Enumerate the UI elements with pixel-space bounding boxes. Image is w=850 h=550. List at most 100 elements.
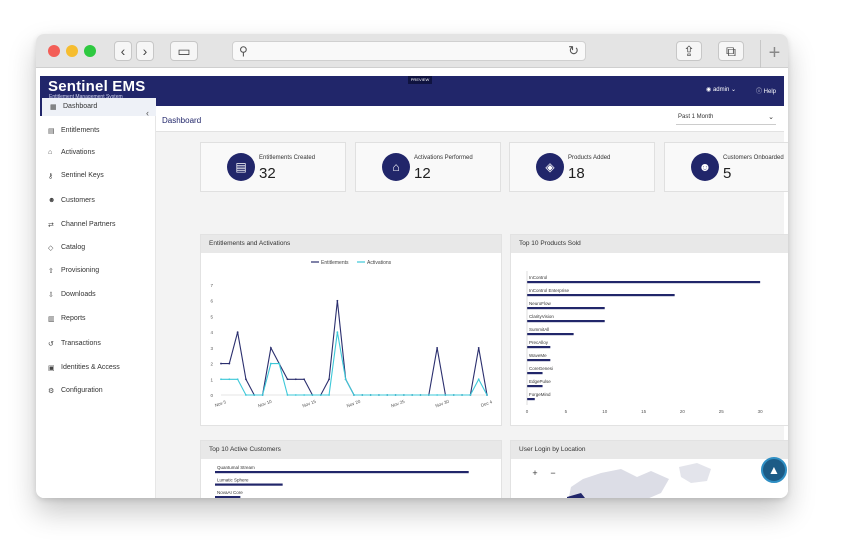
bar-incontrol[interactable]: [527, 281, 761, 284]
close-window-button[interactable]: [48, 45, 60, 57]
sidebar-item-dashboard[interactable]: ▦ Dashboard: [40, 98, 156, 116]
data-point-entitlements[interactable]: [220, 362, 222, 365]
stat-card-entitlements-created[interactable]: ▤ Entitlements Created 32: [200, 142, 346, 192]
data-point-entitlements[interactable]: [303, 378, 306, 381]
data-point-activations[interactable]: [336, 331, 339, 334]
data-point-activations[interactable]: [378, 394, 380, 396]
bar-neuroflow[interactable]: [527, 307, 605, 310]
stat-card-products-added[interactable]: ◈ Products Added 18: [509, 142, 655, 192]
data-point-activations[interactable]: [353, 394, 355, 396]
share-icon[interactable]: ⇪: [676, 41, 702, 61]
data-point-entitlements[interactable]: [336, 299, 339, 302]
bar-incontrol-enterprise[interactable]: [527, 294, 675, 297]
collapse-sidebar-icon[interactable]: ‹: [146, 108, 149, 118]
data-point-activations[interactable]: [245, 394, 247, 396]
data-point-activations[interactable]: [294, 394, 297, 396]
bar-coregenesi[interactable]: [527, 372, 543, 375]
stat-card-activations-performed[interactable]: ⌂ Activations Performed 12: [355, 142, 501, 192]
sidebar-item-identities-access[interactable]: ▣ Identities & Access: [40, 359, 156, 377]
data-point-entitlements[interactable]: [269, 346, 272, 349]
page-title: Dashboard: [162, 116, 202, 125]
data-point-activations[interactable]: [261, 394, 264, 396]
sidebar-item-downloads[interactable]: ⇩ Downloads: [40, 286, 156, 304]
sidebar-item-customers[interactable]: ☻ Customers: [40, 192, 156, 210]
back-icon[interactable]: ‹: [114, 41, 132, 61]
minimize-window-button[interactable]: [66, 45, 78, 57]
data-point-activations[interactable]: [269, 362, 272, 365]
data-point-activations[interactable]: [461, 394, 463, 396]
entitlements-created-icon: ▤: [227, 153, 255, 181]
company-logo-icon: ▲: [761, 457, 787, 483]
data-point-activations[interactable]: [303, 394, 306, 396]
address-bar[interactable]: ⚲ ↻: [232, 41, 586, 61]
data-point-activations[interactable]: [344, 378, 347, 381]
bar-forgemind[interactable]: [527, 398, 535, 401]
sidebar-item-transactions[interactable]: ↺ Transactions: [40, 335, 156, 353]
user-name: admin: [712, 87, 730, 93]
data-point-entitlements[interactable]: [436, 346, 439, 349]
data-point-entitlements[interactable]: [328, 378, 330, 381]
data-point-activations[interactable]: [444, 394, 447, 396]
data-point-activations[interactable]: [361, 394, 364, 396]
data-point-activations[interactable]: [386, 394, 389, 396]
data-point-activations[interactable]: [436, 394, 439, 396]
bar-quantumal-stream[interactable]: [215, 471, 469, 474]
data-point-activations[interactable]: [228, 378, 231, 381]
data-point-entitlements[interactable]: [286, 378, 289, 381]
data-point-activations[interactable]: [369, 394, 372, 396]
channel-partners-icon: ⇄: [48, 222, 54, 229]
sidebar-item-channel-partners[interactable]: ⇄ Channel Partners: [40, 216, 156, 234]
data-point-activations[interactable]: [319, 394, 322, 396]
data-point-activations[interactable]: [402, 394, 405, 396]
maximize-window-button[interactable]: [84, 45, 96, 57]
data-point-activations[interactable]: [394, 394, 397, 396]
sidebar-toggle-icon[interactable]: ▭: [170, 41, 198, 61]
data-point-activations[interactable]: [253, 394, 256, 396]
data-point-activations[interactable]: [452, 394, 455, 396]
sidebar-item-reports[interactable]: ▥ Reports: [40, 310, 156, 328]
bar-summitall[interactable]: [527, 333, 574, 336]
sidebar-item-provisioning[interactable]: ⇧ Provisioning: [40, 262, 156, 280]
data-point-activations[interactable]: [328, 394, 330, 396]
new-tab-icon[interactable]: +: [760, 40, 788, 68]
zoom-in-button[interactable]: +: [529, 467, 541, 479]
data-point-activations[interactable]: [236, 378, 239, 381]
forward-icon[interactable]: ›: [136, 41, 154, 61]
bar-clarityvision[interactable]: [527, 320, 605, 323]
bar-lumatic-sphere[interactable]: [215, 483, 283, 486]
sidebar-item-configuration[interactable]: ⚙ Configuration: [40, 382, 156, 400]
data-point-activations[interactable]: [411, 394, 414, 396]
sidebar-item-activations[interactable]: ⌂ Activations: [40, 144, 156, 162]
data-point-activations[interactable]: [311, 394, 314, 396]
help-link[interactable]: ⓘ Help: [756, 86, 776, 95]
sidebar-item-entitlements[interactable]: ▤ Entitlements: [40, 122, 156, 140]
reload-icon[interactable]: ↻: [568, 43, 579, 59]
brand-logo[interactable]: Sentinel EMS: [48, 79, 145, 94]
data-point-activations[interactable]: [220, 378, 222, 381]
sidebar-item-label: Customers: [61, 197, 95, 204]
data-point-entitlements[interactable]: [477, 346, 480, 349]
zoom-out-button[interactable]: −: [547, 467, 559, 479]
data-point-activations[interactable]: [427, 394, 430, 396]
sidebar-item-sentinel-keys[interactable]: ⚷ Sentinel Keys: [40, 167, 156, 185]
data-point-activations[interactable]: [278, 362, 281, 365]
data-point-entitlements[interactable]: [245, 378, 247, 381]
bar-edgepulse[interactable]: [527, 385, 543, 388]
sidebar-item-catalog[interactable]: ◇ Catalog: [40, 239, 156, 257]
data-point-activations[interactable]: [286, 394, 289, 396]
sidebar-item-label: Activations: [61, 149, 95, 156]
period-select[interactable]: Past 1 Month ⌄: [676, 111, 776, 125]
stat-card-customers-onboarded[interactable]: ☻ Customers Onboarded 5: [664, 142, 788, 192]
tabs-icon[interactable]: ⧉: [718, 41, 744, 61]
data-point-entitlements[interactable]: [294, 378, 297, 381]
bar-novaai-core[interactable]: [215, 496, 241, 498]
bar-precalloy[interactable]: [527, 346, 551, 349]
data-point-activations[interactable]: [419, 394, 422, 396]
bar-waveme[interactable]: [527, 359, 551, 362]
data-point-activations[interactable]: [486, 394, 488, 396]
data-point-entitlements[interactable]: [228, 362, 231, 365]
data-point-activations[interactable]: [469, 394, 472, 396]
data-point-entitlements[interactable]: [236, 331, 239, 334]
data-point-activations[interactable]: [477, 378, 480, 381]
user-menu[interactable]: ◉ admin ⌄: [706, 86, 736, 93]
